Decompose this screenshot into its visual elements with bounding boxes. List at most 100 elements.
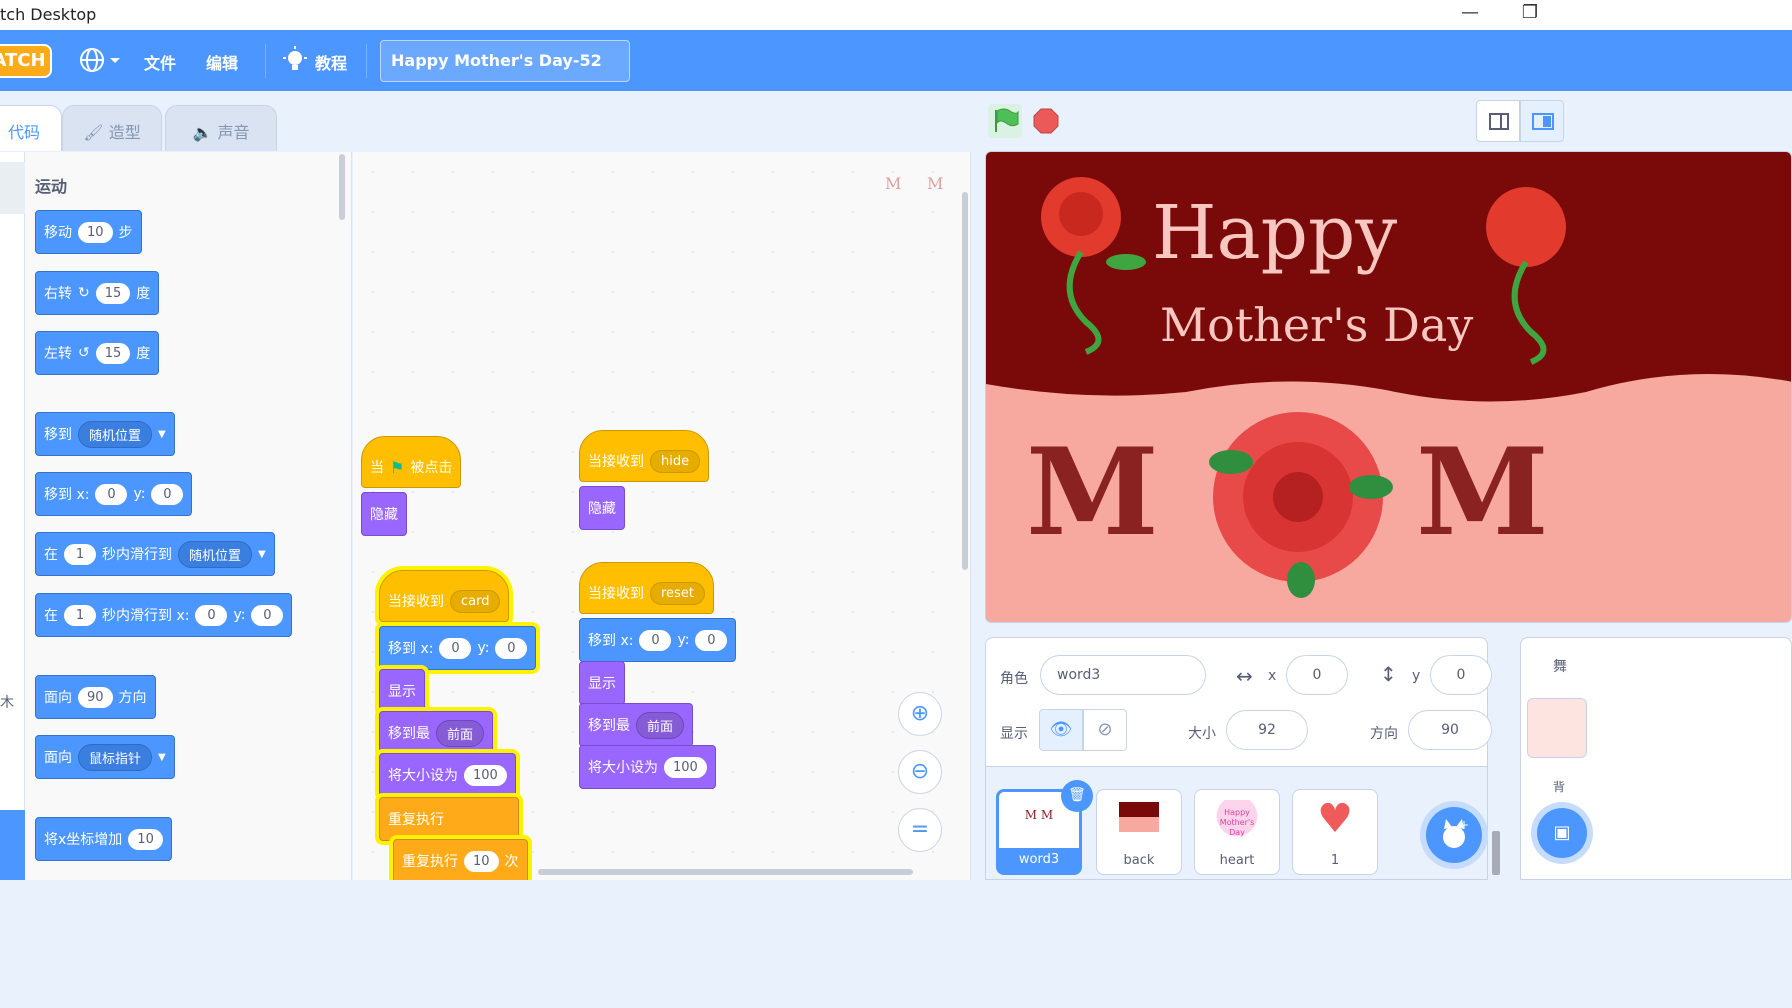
- event-receive-card[interactable]: 当接收到 card: [379, 570, 510, 622]
- stage-panel[interactable]: 舞 背 ▣: [1520, 637, 1792, 880]
- small-stage-button[interactable]: [1476, 100, 1520, 142]
- block-repeat[interactable]: 重复执行 10 次: [393, 839, 528, 883]
- sprite-tile-heart[interactable]: Happy Mother's Day heart: [1194, 789, 1280, 875]
- y-input[interactable]: 0: [251, 604, 284, 626]
- palette-scrollbar[interactable]: [339, 154, 345, 220]
- tutorials-label[interactable]: 教程: [315, 50, 347, 74]
- block-show[interactable]: 显示: [379, 669, 425, 713]
- block-goto-xy[interactable]: 移到 x: 0 y: 0: [579, 618, 737, 662]
- tutorials-menu[interactable]: [283, 46, 309, 78]
- language-menu[interactable]: [80, 47, 124, 79]
- sprite-tile-word3[interactable]: M M word3 🗑: [996, 780, 1093, 875]
- stop-button[interactable]: [1032, 107, 1060, 135]
- event-receive-reset[interactable]: 当接收到 reset: [579, 562, 714, 614]
- show-button[interactable]: 👁: [1039, 709, 1083, 751]
- message-dropdown[interactable]: card: [450, 589, 501, 613]
- block-hide[interactable]: 隐藏: [361, 492, 407, 536]
- block-point-direction[interactable]: 面向 90 方向: [35, 675, 156, 719]
- size-input[interactable]: 92: [1226, 710, 1308, 750]
- layer-dropdown[interactable]: 前面: [636, 711, 685, 739]
- block-set-size[interactable]: 将大小设为 100: [379, 753, 516, 797]
- rose-center-icon: [1209, 412, 1393, 598]
- y-input[interactable]: 0: [1430, 655, 1492, 695]
- zoom-out-button[interactable]: ⊖: [898, 750, 942, 794]
- size-input[interactable]: 100: [664, 756, 707, 778]
- block-forever[interactable]: 重复执行: [379, 797, 519, 841]
- sprite-name-input[interactable]: word3: [1040, 655, 1206, 695]
- direction-input[interactable]: 90: [78, 686, 113, 708]
- add-sprite-button[interactable]: +: [1426, 807, 1482, 863]
- block-hide[interactable]: 隐藏: [579, 486, 625, 530]
- block-go-front[interactable]: 移到最 前面: [579, 703, 694, 747]
- towards-dropdown[interactable]: 鼠标指针: [78, 743, 153, 771]
- block-set-size[interactable]: 将大小设为 100: [579, 745, 716, 789]
- event-flag-clicked[interactable]: 当 ⚑ 被点击: [361, 436, 462, 488]
- block-point-towards[interactable]: 面向 鼠标指针 ▼: [35, 735, 175, 779]
- zoom-in-button[interactable]: ⊕: [898, 692, 942, 736]
- steps-input[interactable]: 10: [78, 221, 113, 243]
- project-title-input[interactable]: Happy Mother's Day-52: [380, 40, 630, 82]
- goto-dropdown[interactable]: 随机位置: [78, 420, 153, 448]
- block-text: 重复执行: [388, 812, 444, 828]
- edit-menu[interactable]: 编辑: [206, 50, 238, 74]
- block-show[interactable]: 显示: [579, 661, 625, 705]
- block-turn-right[interactable]: 右转 ↻ 15 度: [35, 271, 160, 315]
- category-extension[interactable]: [0, 810, 25, 880]
- seconds-input[interactable]: 1: [64, 604, 96, 626]
- delete-sprite-button[interactable]: 🗑: [1061, 780, 1093, 812]
- file-menu[interactable]: 文件: [144, 50, 176, 74]
- seconds-input[interactable]: 1: [64, 543, 96, 565]
- sprite-preview-mark: M: [927, 174, 944, 193]
- minimize-button[interactable]: —: [1450, 2, 1490, 23]
- direction-input[interactable]: 90: [1408, 710, 1492, 750]
- repeat-input[interactable]: 10: [464, 850, 499, 872]
- y-input[interactable]: 0: [151, 483, 184, 505]
- degrees-input[interactable]: 15: [95, 342, 131, 364]
- block-turn-left[interactable]: 左转 ↺ 15 度: [35, 331, 160, 375]
- sprite-tile-back[interactable]: back: [1096, 789, 1182, 875]
- large-stage-button[interactable]: [1520, 100, 1564, 142]
- x-input[interactable]: 0: [439, 637, 472, 659]
- sprite-tile-1[interactable]: ♥ 1: [1292, 789, 1378, 875]
- scratch-logo[interactable]: ATCH: [0, 44, 52, 78]
- block-goto-xy[interactable]: 移到 x: 0 y: 0: [35, 472, 193, 516]
- script-scrollbar-v[interactable]: [962, 192, 968, 570]
- layer-dropdown[interactable]: 前面: [436, 719, 485, 747]
- stage[interactable]: Happy Mother's Day M M: [985, 151, 1792, 623]
- degrees-input[interactable]: 15: [95, 282, 131, 304]
- sprite-scrollbar[interactable]: [1492, 777, 1500, 877]
- block-glide[interactable]: 在 1 秒内滑行到 随机位置 ▼: [35, 532, 275, 576]
- message-dropdown[interactable]: reset: [650, 581, 705, 605]
- x-input[interactable]: 0: [95, 483, 128, 505]
- x-input[interactable]: 0: [1286, 655, 1348, 695]
- block-change-x[interactable]: 将x坐标增加 10: [35, 817, 172, 861]
- tab-costumes[interactable]: 🖌 造型: [62, 105, 162, 151]
- tab-code[interactable]: 代码: [0, 105, 62, 151]
- size-input[interactable]: 100: [464, 764, 507, 786]
- script-scrollbar-h[interactable]: [538, 869, 913, 875]
- y-input[interactable]: 0: [495, 637, 528, 659]
- glide-dropdown[interactable]: 随机位置: [178, 540, 253, 568]
- message-dropdown[interactable]: hide: [650, 449, 701, 473]
- block-goto-xy[interactable]: 移到 x: 0 y: 0: [379, 626, 537, 670]
- change-x-input[interactable]: 10: [128, 828, 163, 850]
- block-glide-xy[interactable]: 在 1 秒内滑行到 x: 0 y: 0: [35, 593, 293, 637]
- category-motion[interactable]: [0, 162, 25, 214]
- event-receive-hide[interactable]: 当接收到 hide: [579, 430, 710, 482]
- x-input[interactable]: 0: [195, 604, 228, 626]
- category-menu: 木: [0, 152, 25, 880]
- green-flag-button[interactable]: [988, 104, 1022, 138]
- block-goto[interactable]: 移到 随机位置 ▼: [35, 412, 175, 456]
- zoom-reset-button[interactable]: =: [898, 808, 942, 852]
- restore-button[interactable]: ❐: [1510, 2, 1550, 23]
- y-input[interactable]: 0: [695, 629, 728, 651]
- block-go-front[interactable]: 移到最 前面: [379, 711, 494, 755]
- backdrop-thumbnail[interactable]: [1527, 698, 1587, 758]
- add-backdrop-button[interactable]: ▣: [1537, 808, 1587, 858]
- chevron-down-icon: ▼: [258, 548, 266, 560]
- script-area[interactable]: M M 当 ⚑ 被点击 隐藏 当接收到 hide 隐藏 当接收到 card 移到…: [353, 152, 971, 883]
- tab-sounds[interactable]: 🔈 声音: [165, 105, 277, 151]
- x-input[interactable]: 0: [639, 629, 672, 651]
- hide-button[interactable]: ⊘: [1083, 709, 1127, 751]
- block-move-steps[interactable]: 移动 10 步: [35, 210, 142, 254]
